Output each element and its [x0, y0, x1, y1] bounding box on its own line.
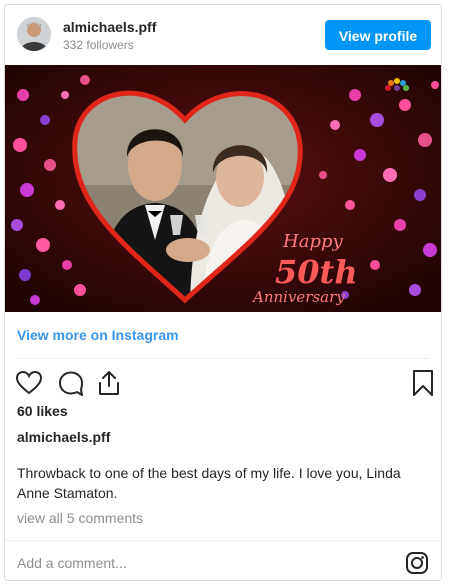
post-image[interactable]: Happy 50th Anniversary — [5, 65, 441, 312]
overlay-text-line2: 50th — [275, 253, 358, 291]
divider — [17, 358, 429, 359]
instagram-embed-card: almichaels.pff 332 followers View profil… — [4, 4, 442, 581]
add-comment-input[interactable]: Add a comment... — [17, 555, 127, 571]
action-bar — [15, 369, 433, 397]
view-more-link[interactable]: View more on Instagram — [17, 327, 179, 343]
heart-icon[interactable] — [15, 369, 43, 397]
likes-count[interactable]: 60 likes — [17, 403, 68, 419]
bookmark-icon[interactable] — [409, 369, 437, 397]
view-comments-link[interactable]: view all 5 comments — [17, 510, 143, 526]
share-icon[interactable] — [95, 369, 123, 397]
caption-text: Throwback to one of the best days of my … — [17, 465, 401, 501]
overlay-text-line3: Anniversary — [251, 288, 345, 306]
comment-icon[interactable] — [57, 369, 85, 397]
username[interactable]: almichaels.pff — [63, 19, 156, 35]
instagram-icon[interactable] — [405, 551, 429, 575]
footer-divider — [5, 540, 441, 541]
avatar[interactable] — [17, 17, 51, 51]
view-profile-button[interactable]: View profile — [325, 20, 431, 50]
post-header: almichaels.pff 332 followers View profil… — [5, 5, 441, 65]
followers-count: 332 followers — [63, 38, 134, 52]
caption-author[interactable]: almichaels.pff — [17, 429, 110, 445]
overlay-text-line1: Happy — [282, 231, 343, 252]
